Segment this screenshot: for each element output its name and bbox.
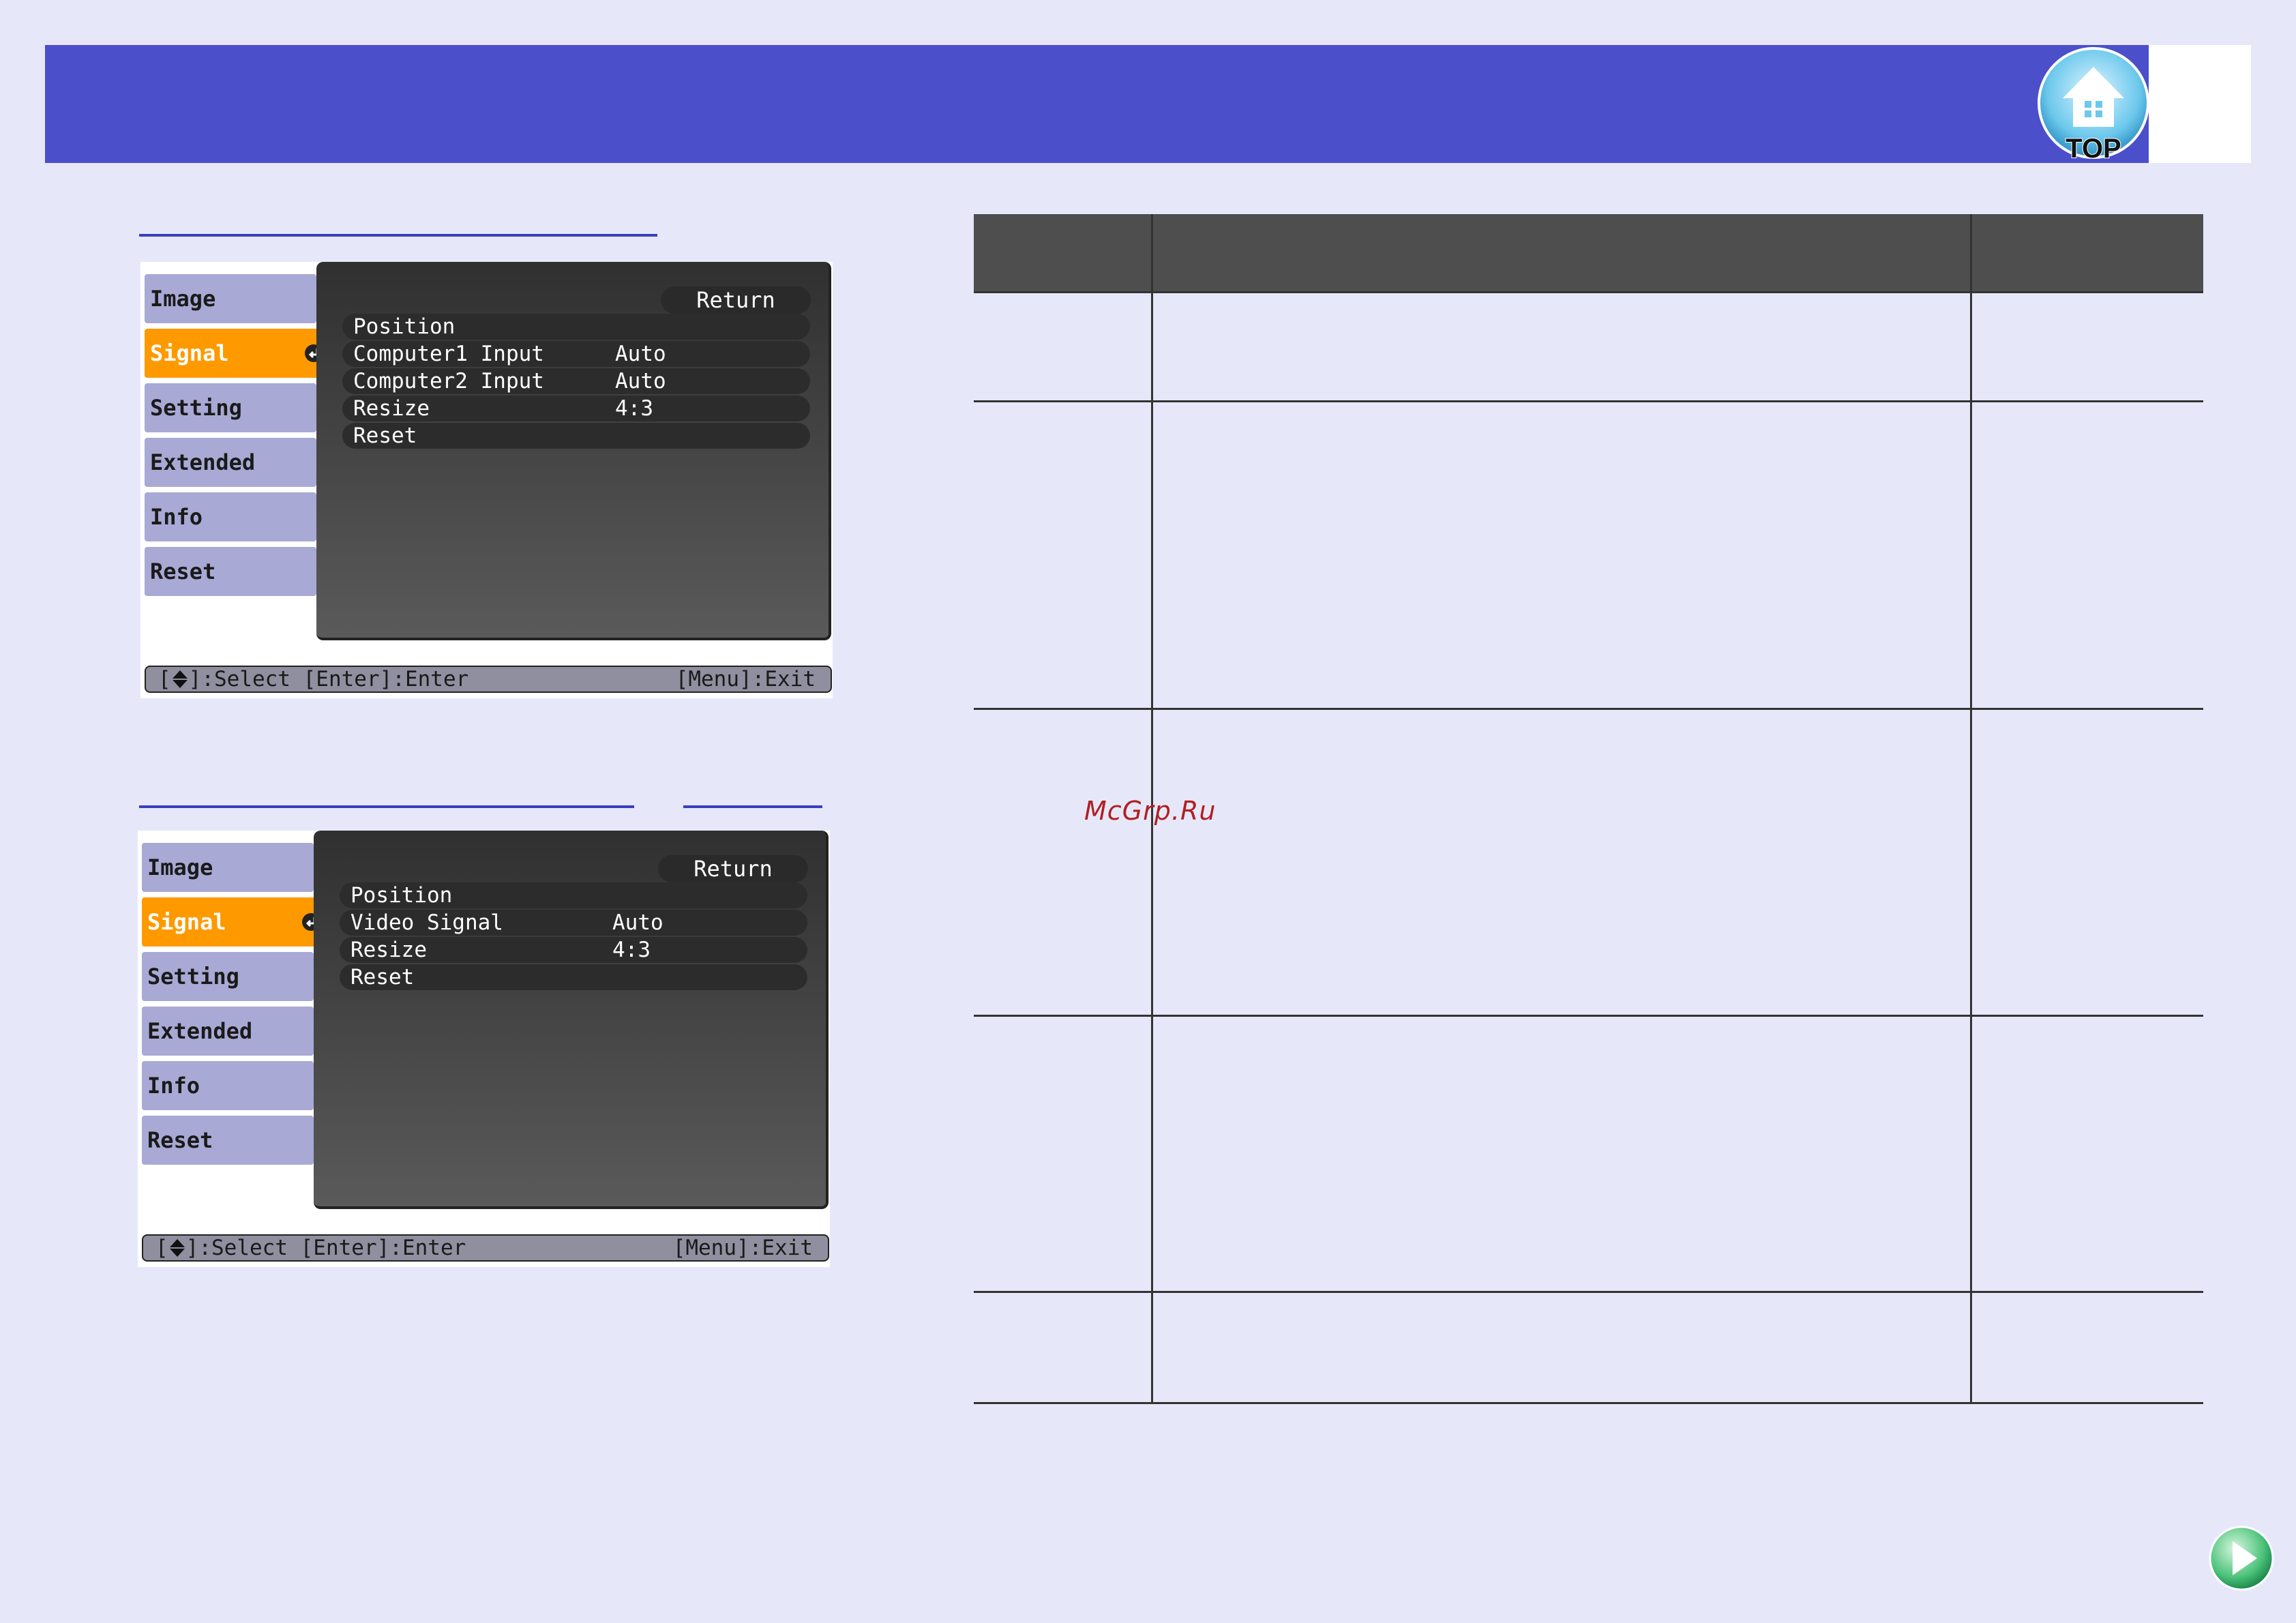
menu-status-bar: []:Select [Enter]:Enter [Menu]:Exit — [145, 666, 832, 693]
menu-tab-signal[interactable]: Signal — [145, 329, 330, 378]
table-row-divider — [974, 291, 2203, 293]
menu-tab-extended[interactable]: Extended — [142, 1007, 314, 1056]
signal-menu-video: Image Signal Setting Extended Info Reset… — [138, 831, 830, 1267]
watermark-text: McGrp.Ru — [1084, 796, 1217, 826]
section-heading-line-video — [139, 805, 634, 808]
return-button[interactable]: Return — [658, 855, 808, 882]
menu-tab-setting[interactable]: Setting — [142, 952, 314, 1001]
table-row-divider — [974, 400, 2203, 402]
menu-row-position[interactable]: Position — [340, 882, 807, 908]
next-page-arrow-icon[interactable] — [2208, 1525, 2275, 1592]
header-bar — [45, 45, 2149, 163]
menu-row-video-signal[interactable]: Video Signal Auto — [340, 910, 807, 936]
menu-row-resize[interactable]: Resize 4:3 — [340, 937, 807, 963]
menu-tab-extended[interactable]: Extended — [145, 438, 316, 487]
menu-tab-info[interactable]: Info — [145, 492, 316, 541]
menu-tab-image[interactable]: Image — [145, 274, 316, 323]
menu-row-reset[interactable]: Reset — [340, 964, 807, 990]
signal-menu-computer: Image Signal Setting Extended Info Reset… — [140, 262, 833, 698]
signal-settings-panel: Return Position Computer1 Input Auto Com… — [316, 262, 831, 640]
menu-tab-info[interactable]: Info — [142, 1061, 314, 1110]
menu-tab-setting[interactable]: Setting — [145, 383, 316, 432]
section-heading-line-link[interactable] — [683, 805, 822, 808]
table-row-divider — [974, 1402, 2203, 1404]
menu-row-resize[interactable]: Resize 4:3 — [342, 396, 810, 421]
menu-tab-reset[interactable]: Reset — [145, 547, 316, 596]
table-row-divider — [974, 1015, 2203, 1017]
menu-row-computer1-input[interactable]: Computer1 Input Auto — [342, 341, 810, 367]
menu-row-position[interactable]: Position — [342, 314, 810, 340]
up-down-arrow-icon — [169, 1239, 185, 1257]
table-row-divider — [974, 1291, 2203, 1293]
menu-status-bar: []:Select [Enter]:Enter [Menu]:Exit — [142, 1234, 829, 1262]
menu-row-reset[interactable]: Reset — [342, 423, 810, 449]
signal-settings-panel: Return Position Video Signal Auto Resize… — [314, 831, 829, 1209]
menu-tab-image[interactable]: Image — [142, 843, 314, 892]
section-heading-line-computer — [139, 234, 657, 237]
table-header — [974, 214, 2203, 291]
table-row-divider — [974, 708, 2203, 710]
table-column-divider — [1970, 214, 1972, 1403]
menu-row-computer2-input[interactable]: Computer2 Input Auto — [342, 368, 810, 394]
menu-tab-signal[interactable]: Signal — [142, 897, 327, 947]
header-page-area — [2149, 45, 2251, 163]
up-down-arrow-icon — [172, 670, 188, 688]
menu-tab-reset[interactable]: Reset — [142, 1116, 314, 1165]
home-top-icon[interactable]: TOP — [2036, 45, 2151, 164]
return-button[interactable]: Return — [661, 286, 811, 314]
top-logo-text: TOP — [2066, 134, 2121, 164]
